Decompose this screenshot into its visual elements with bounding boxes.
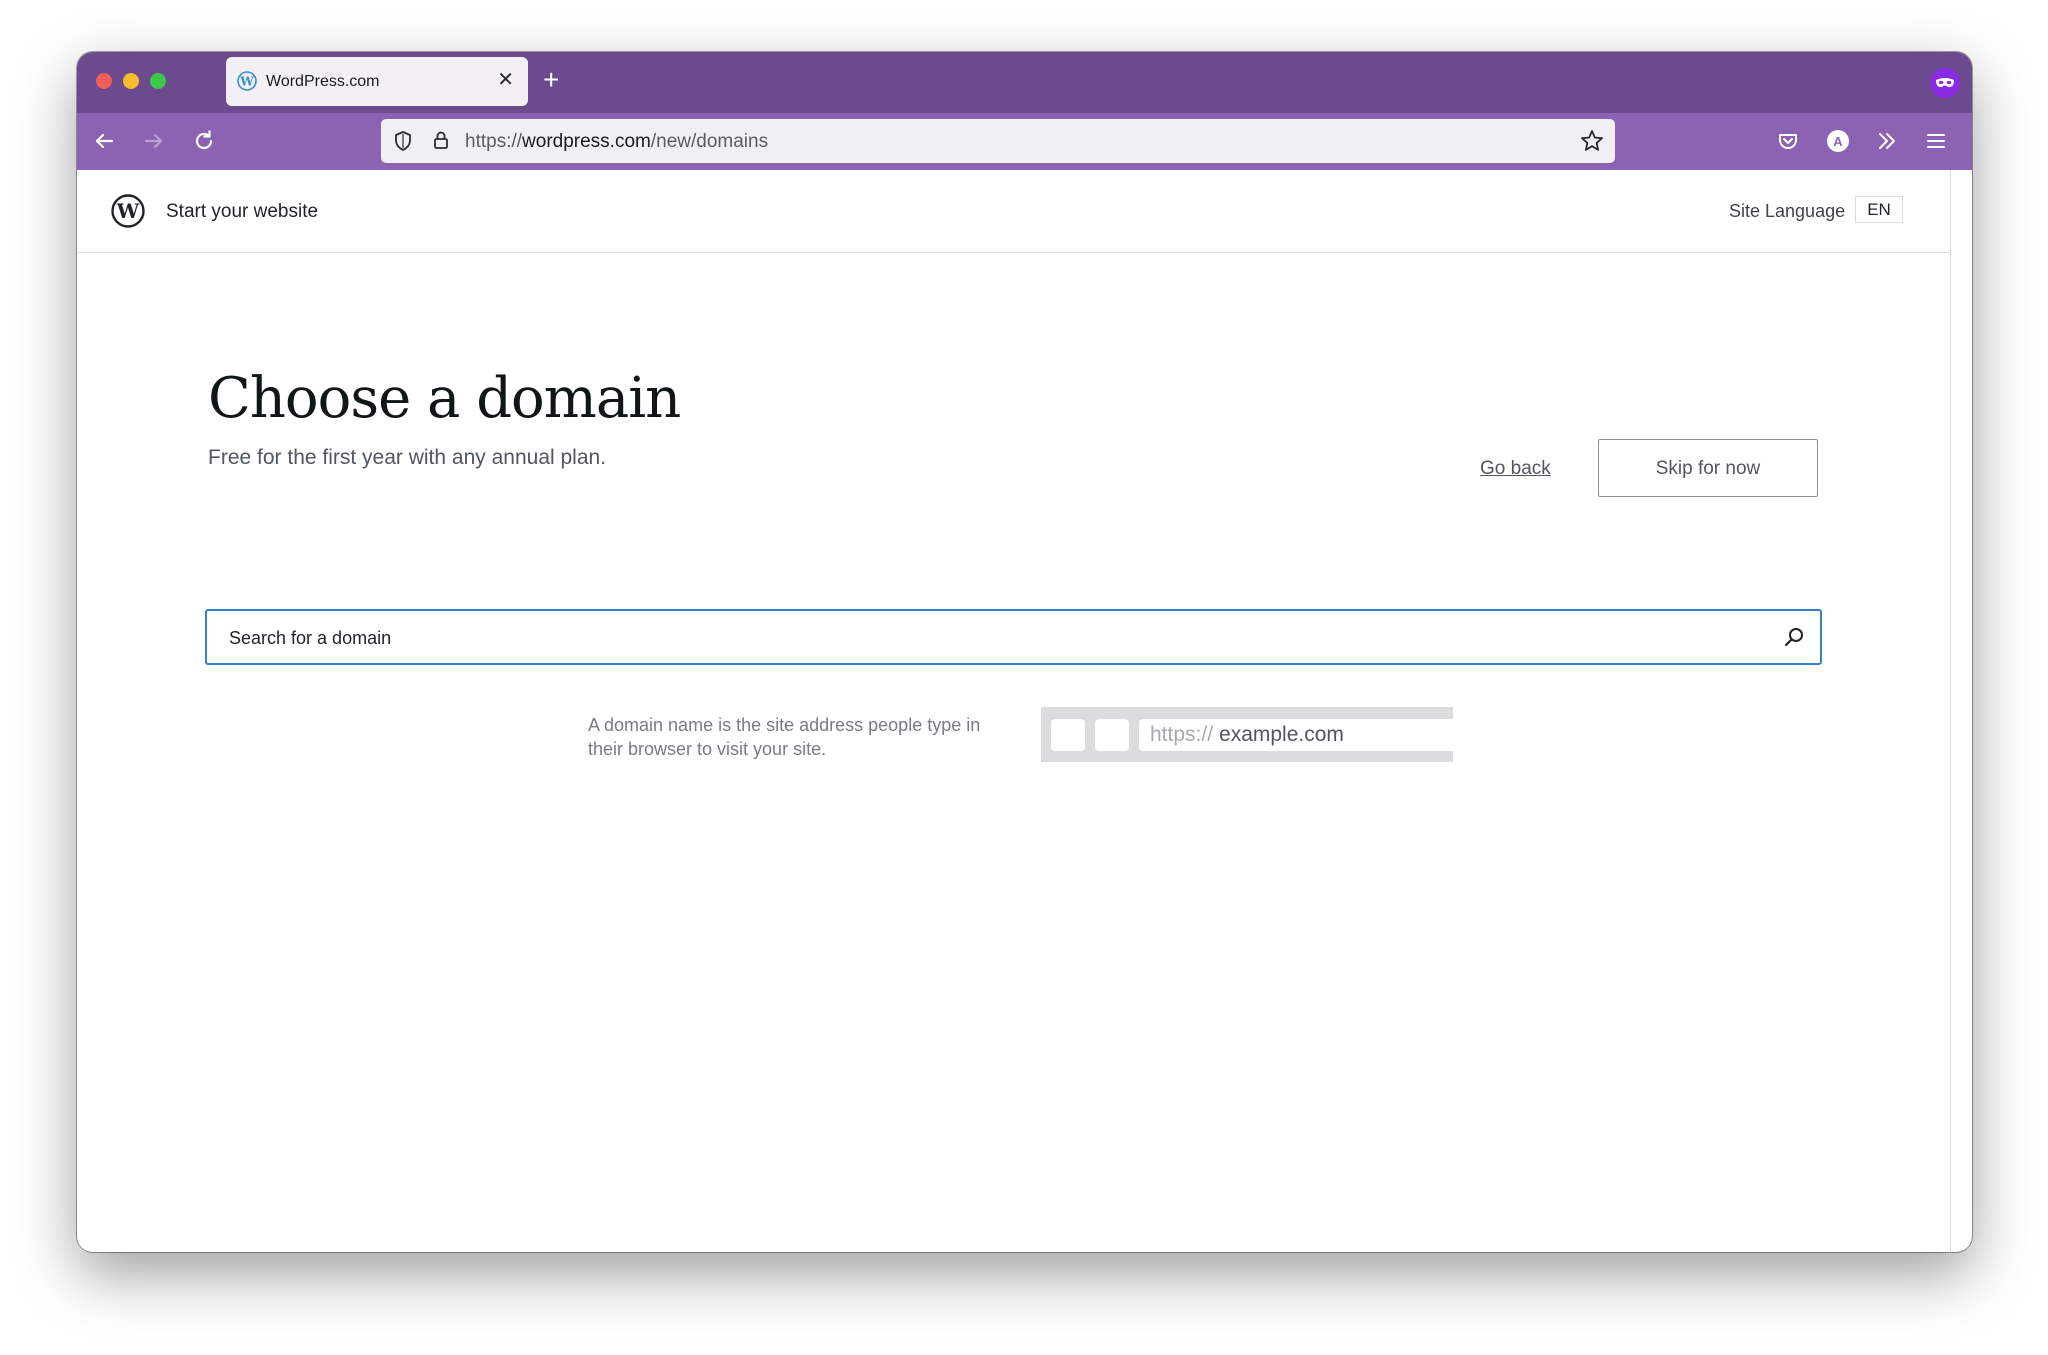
shield-icon[interactable] [391,129,415,153]
svg-text:W: W [239,75,254,89]
url-scheme: https:// [465,131,523,152]
pocket-icon[interactable] [1774,127,1802,155]
page-subtitle: Free for the first year with any annual … [208,446,607,469]
illustration-url: https://example.com [1139,719,1453,751]
tab-title: WordPress.com [266,73,380,90]
page-title: Choose a domain [208,366,681,431]
svg-text:A: A [1833,134,1843,149]
menu-icon[interactable] [1922,127,1950,155]
star-icon[interactable] [1579,128,1605,154]
browser-window: W WordPress.com ✕ + https://wordpress.co… [77,52,1972,1252]
tab-wordpress[interactable]: W WordPress.com ✕ [226,57,528,106]
browser-illustration: https://example.com [1041,707,1453,762]
url-text[interactable]: https://wordpress.com/new/domains [465,131,768,153]
close-icon[interactable]: ✕ [497,70,514,90]
page-header: W Start your website Site Language EN [77,170,1950,253]
reload-icon[interactable] [190,127,218,155]
minimize-window-button[interactable] [123,73,139,89]
illustration-button [1051,719,1085,751]
url-path: /new/domains [650,131,769,152]
toolbar: https://wordpress.com/new/domains A [77,113,1972,170]
chevrons-right-icon[interactable] [1873,127,1901,155]
forward-arrow-icon[interactable] [140,127,168,155]
url-host: wordpress.com [522,131,651,152]
zoom-window-button[interactable] [150,73,166,89]
address-bar[interactable]: https://wordpress.com/new/domains [381,119,1615,163]
page-content: W Start your website Site Language EN Ch… [77,170,1950,1252]
close-window-button[interactable] [96,73,112,89]
domain-explanation: A domain name is the site address people… [588,715,981,759]
lock-icon[interactable] [429,128,453,152]
account-icon[interactable]: A [1824,127,1852,155]
illustration-host: example.com [1219,723,1344,746]
svg-text:W: W [116,199,140,223]
illustration-protocol: https:// [1150,723,1214,746]
search-icon[interactable] [1782,625,1806,649]
skip-for-now-button[interactable]: Skip for now [1598,439,1818,497]
back-arrow-icon[interactable] [90,127,118,155]
site-language-button[interactable]: EN [1855,196,1903,223]
domain-search-input[interactable] [227,611,1761,665]
tab-strip: W WordPress.com ✕ + [77,52,1972,113]
go-back-link[interactable]: Go back [1480,458,1551,480]
brand-text: Start your website [166,201,319,222]
plus-icon[interactable]: + [543,66,559,94]
wordpress-icon[interactable]: W [111,194,145,228]
private-mask-icon[interactable] [1930,68,1960,98]
scrollbar-track[interactable] [1950,170,1951,1252]
illustration-button [1095,719,1129,751]
wordpress-icon: W [237,71,257,91]
site-language-label: Site Language [1729,201,1846,221]
domain-search-box[interactable] [205,609,1822,665]
